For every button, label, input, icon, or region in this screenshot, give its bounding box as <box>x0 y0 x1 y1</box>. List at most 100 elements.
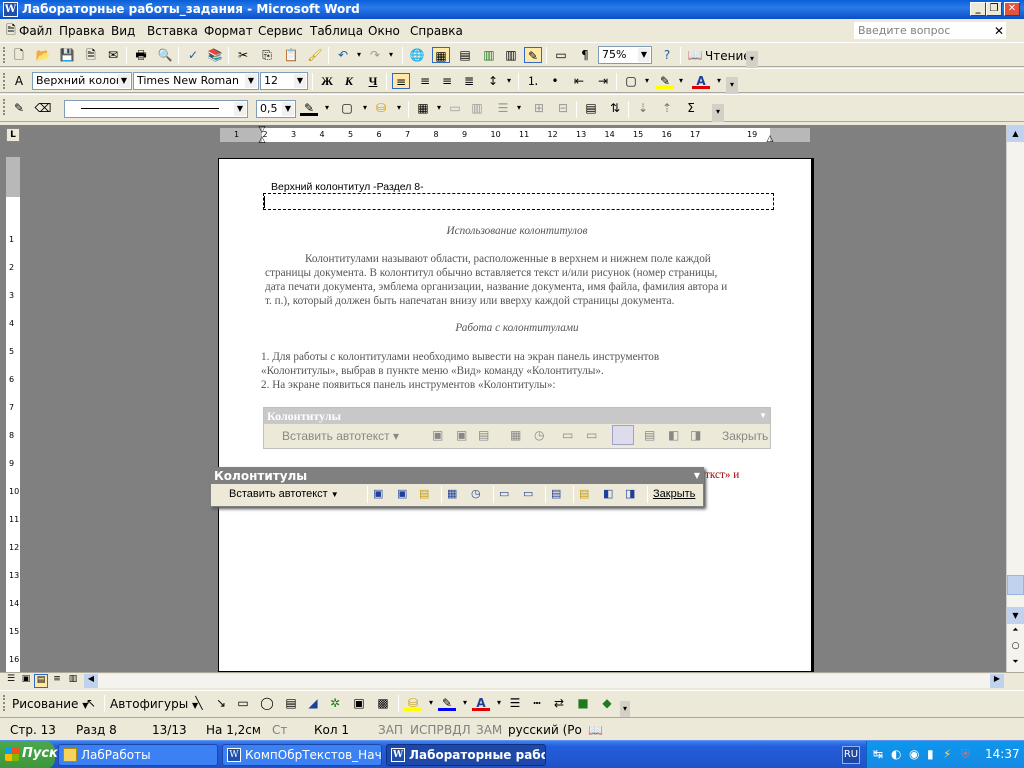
help-icon[interactable]: ? <box>658 47 676 63</box>
email-icon[interactable]: ✉ <box>104 47 122 63</box>
menu-file[interactable]: Файл <box>19 24 52 38</box>
reading-layout-view-icon[interactable]: ▥ <box>66 674 80 688</box>
status-record-macro[interactable]: ЗАП <box>378 723 403 737</box>
align-right-icon[interactable]: ≡ <box>438 73 456 89</box>
line-weight-combo[interactable]: 0,5 ▼ <box>256 100 296 118</box>
diagram-icon[interactable]: ✲ <box>326 695 344 711</box>
styles-formatting-icon[interactable]: A <box>10 73 28 89</box>
toolbar-options-icon[interactable]: ▾ <box>712 104 724 122</box>
size-dropdown-icon[interactable]: ▼ <box>294 74 306 88</box>
font-combo[interactable]: Times New Roman ▼ <box>133 72 259 90</box>
same-as-previous-icon[interactable]: ▤ <box>551 487 561 500</box>
ask-question-input[interactable]: Введите вопрос <box>854 22 1006 39</box>
insert-page-count-icon[interactable]: ▣ <box>397 487 407 500</box>
menu-insert[interactable]: Вставка <box>147 24 198 38</box>
spelling-status-icon[interactable]: 📖 <box>588 723 603 737</box>
print-layout-icon[interactable]: ▤ <box>34 674 48 688</box>
header-area[interactable] <box>263 193 774 210</box>
copy-icon[interactable]: ⎘ <box>258 47 276 63</box>
show-previous-icon[interactable]: ◧ <box>603 487 613 500</box>
line-icon[interactable]: ╲ <box>190 695 208 711</box>
columns-icon[interactable]: ▥ <box>502 47 520 63</box>
textbox-icon[interactable]: ▤ <box>282 695 300 711</box>
fill-color-icon[interactable]: ⛁ <box>404 695 422 711</box>
arrow-icon[interactable]: ↘ <box>212 695 230 711</box>
tray-power-icon[interactable]: ⚡ <box>943 747 951 761</box>
justify-icon[interactable]: ≣ <box>460 73 478 89</box>
font-size-combo[interactable]: 12 ▼ <box>260 72 308 90</box>
style-dropdown-icon[interactable]: ▼ <box>118 74 130 88</box>
taskbar-item-labraboty[interactable]: ЛабРаботы <box>58 744 218 766</box>
taskbar-item-kompobr[interactable]: W КомпОбрТекстов_НачО... <box>222 744 382 766</box>
hyperlink-icon[interactable]: 🌐 <box>408 47 426 63</box>
eraser-icon[interactable]: ⌫ <box>34 100 52 116</box>
web-layout-icon[interactable]: ▣ <box>19 674 33 688</box>
distribute-rows-icon[interactable]: ⊞ <box>530 100 548 116</box>
scroll-left-icon[interactable]: ◀ <box>84 674 98 688</box>
select-objects-icon[interactable]: ↖ <box>82 695 100 711</box>
sort-descending-icon[interactable]: ⇡ <box>658 100 676 116</box>
tray-arrows-icon[interactable]: ↹ <box>873 747 883 761</box>
hscroll-track[interactable] <box>98 674 990 688</box>
new-document-icon[interactable]: 🗋 <box>10 47 28 63</box>
bold-button[interactable]: Ж <box>318 73 336 89</box>
redo-dropdown-icon[interactable]: ▾ <box>382 47 400 63</box>
highlight-dropdown-icon[interactable]: ▾ <box>672 73 690 89</box>
shading-color-icon[interactable]: ⛁ <box>372 100 390 116</box>
arrow-style-icon[interactable]: ⇄ <box>550 695 568 711</box>
line-color-icon[interactable]: ✎ <box>438 695 456 711</box>
outside-border-icon[interactable]: ▢ <box>338 100 356 116</box>
wordart-icon[interactable]: ◢ <box>304 695 322 711</box>
decrease-indent-icon[interactable]: ⇤ <box>570 73 588 89</box>
align-cell-dropdown-icon[interactable]: ▾ <box>510 100 528 116</box>
menu-help[interactable]: Справка <box>410 24 463 38</box>
toolbar-options-icon[interactable]: ▾ <box>726 77 738 95</box>
font-dropdown-icon[interactable]: ▼ <box>245 74 257 88</box>
align-center-icon[interactable]: ≡ <box>416 73 434 89</box>
reading-layout-icon[interactable]: 📖 <box>686 47 704 63</box>
line-style-dropdown-icon[interactable]: ▼ <box>234 102 246 116</box>
merge-cells-icon[interactable]: ▭ <box>446 100 464 116</box>
draw-table-icon[interactable]: ✎ <box>10 100 28 116</box>
clipart-icon[interactable]: ▣ <box>350 695 368 711</box>
first-line-indent-marker[interactable]: ▽ △ <box>257 125 267 145</box>
shadow-style-icon[interactable]: ■ <box>574 695 592 711</box>
document-map-icon[interactable]: ▭ <box>552 47 570 63</box>
research-icon[interactable]: 📚 <box>206 47 224 63</box>
draw-font-color-icon[interactable]: A <box>472 695 490 711</box>
line-weight-dropdown-icon[interactable]: ▼ <box>282 102 294 116</box>
permission-icon[interactable]: 🗎 <box>82 47 100 63</box>
reading-button-label[interactable]: Чтение <box>705 49 751 63</box>
tray-battery-icon[interactable]: ▮ <box>927 747 934 761</box>
status-track-changes[interactable]: ИСПР <box>410 723 444 737</box>
save-icon[interactable]: 💾 <box>58 47 76 63</box>
line-style-icon[interactable]: ☰ <box>506 695 524 711</box>
insert-autotext-button[interactable]: Вставить автотекст ▼ <box>229 488 339 500</box>
show-next-icon[interactable]: ◨ <box>625 487 635 500</box>
page-setup-icon[interactable]: ▭ <box>499 487 509 500</box>
header-footer-toolbar-title[interactable]: Колонтитулы ▼ <box>211 468 703 484</box>
insert-excel-icon[interactable]: ▥ <box>480 47 498 63</box>
insert-page-number-icon[interactable]: ▣ <box>373 487 383 500</box>
restore-button[interactable]: ❐ <box>986 2 1002 16</box>
autotext-dropdown-icon[interactable]: ▼ <box>331 490 339 499</box>
menu-format[interactable]: Формат <box>204 24 253 38</box>
change-text-direction-icon[interactable]: ⇅ <box>606 100 624 116</box>
taskbar-item-laboratornye[interactable]: W Лабораторные рабо... <box>386 744 546 766</box>
autosum-icon[interactable]: Σ <box>682 100 700 116</box>
show-hide-icon[interactable]: ¶ <box>576 47 594 63</box>
shading-dropdown-icon[interactable]: ▾ <box>390 100 408 116</box>
tables-borders-icon[interactable]: ▦ <box>432 47 450 63</box>
drawing-menu-button[interactable]: Рисование ▼ <box>12 697 88 711</box>
menu-tools[interactable]: Сервис <box>258 24 303 38</box>
zoom-dropdown-icon[interactable]: ▼ <box>638 48 650 62</box>
open-icon[interactable]: 📂 <box>34 47 52 63</box>
language-indicator[interactable]: RU <box>842 746 860 764</box>
distribute-columns-icon[interactable]: ⊟ <box>554 100 572 116</box>
autoshapes-menu-button[interactable]: Автофигуры ▼ <box>110 697 198 711</box>
document-icon[interactable]: 🗎 <box>2 22 20 38</box>
print-preview-icon[interactable]: 🔍 <box>156 47 174 63</box>
bullets-icon[interactable]: • <box>546 73 564 89</box>
italic-button[interactable]: К <box>340 73 358 89</box>
align-left-icon[interactable]: ≡ <box>392 73 410 89</box>
